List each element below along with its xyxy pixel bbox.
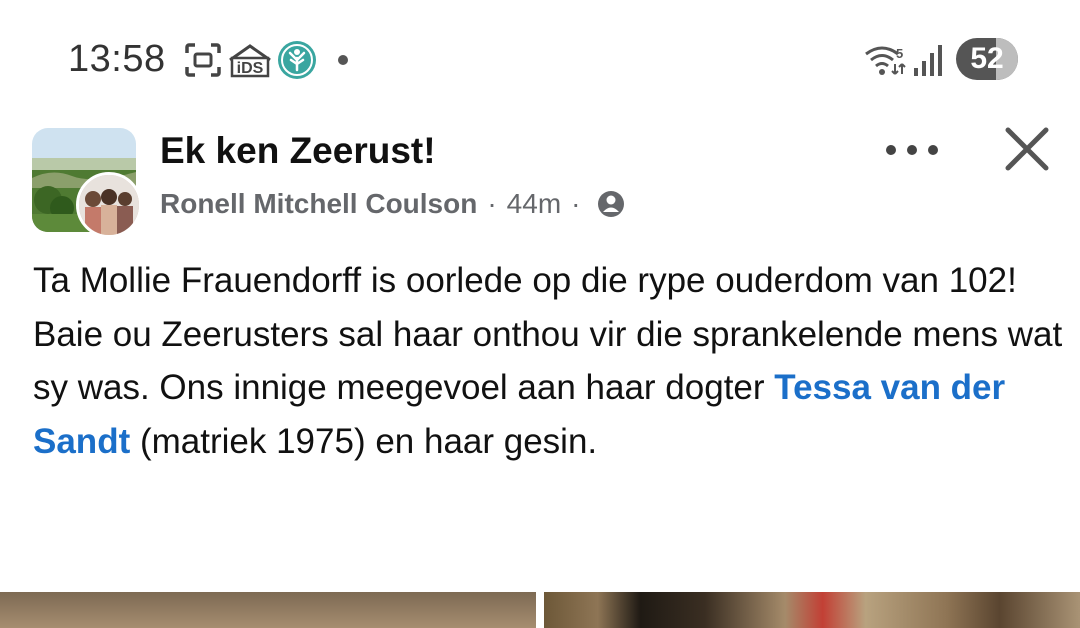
screenshot-icon: [185, 43, 221, 77]
more-options-button[interactable]: [886, 130, 938, 170]
post-meta: Ronell Mitchell Coulson · 44m ·: [160, 188, 626, 220]
post-screen: 13:58 iDS 5 52 Ek ken Zeerust! Ronell Mi…: [0, 0, 1080, 628]
ids-app-icon: iDS: [229, 44, 271, 78]
group-name[interactable]: Ek ken Zeerust!: [160, 130, 436, 172]
svg-text:5: 5: [896, 46, 903, 61]
more-dot-icon: [928, 145, 938, 155]
post-paragraph: Ta Mollie Frauendorff is oorlede op die …: [33, 261, 1017, 300]
notification-dot: [338, 55, 348, 65]
author-name[interactable]: Ronell Mitchell Coulson: [160, 188, 477, 220]
author-avatar[interactable]: [76, 172, 142, 238]
post-photo[interactable]: [544, 592, 1080, 628]
meta-separator: ·: [487, 188, 497, 219]
post-time[interactable]: 44m: [507, 188, 561, 220]
post-body: Ta Mollie Frauendorff is oorlede op die …: [33, 254, 1063, 468]
status-time: 13:58: [68, 38, 166, 80]
group-avatar[interactable]: [32, 128, 142, 238]
battery-indicator: 52: [956, 38, 1018, 80]
meta-separator: ·: [571, 188, 581, 219]
battery-level: 52: [970, 42, 1004, 75]
close-icon[interactable]: [1002, 124, 1052, 174]
more-dot-icon: [886, 145, 896, 155]
post-text-segment: (matriek 1975) en haar gesin.: [130, 421, 598, 461]
post-paragraph: Baie ou Zeerusters sal haar onthou vir d…: [33, 308, 1063, 469]
post-photo[interactable]: [0, 592, 536, 628]
tree-app-icon: [278, 41, 316, 79]
ids-label: iDS: [237, 60, 264, 77]
group-members-icon: [598, 191, 625, 217]
more-dot-icon: [907, 145, 917, 155]
wifi-5-icon: 5: [865, 46, 906, 75]
signal-icon: [914, 45, 942, 76]
status-bar: 13:58 iDS 5 52: [0, 0, 1080, 120]
